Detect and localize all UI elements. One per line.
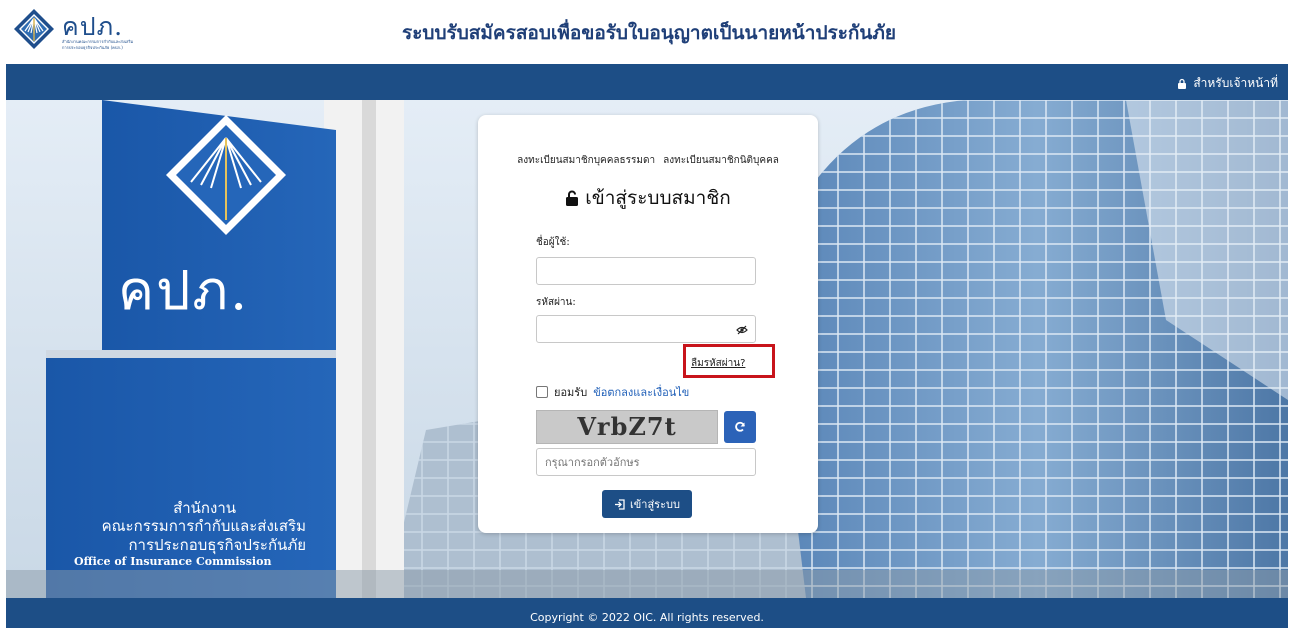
site-title: ระบบรับสมัครสอบเพื่อขอรับใบอนุญาตเป็นนาย…: [402, 22, 897, 44]
unlock-icon: [566, 190, 579, 206]
login-card: ลงทะเบียนสมาชิกบุคคลธรรมดา ลงทะเบียนสมาชิ…: [478, 115, 818, 533]
register-links: ลงทะเบียนสมาชิกบุคคลธรรมดา ลงทะเบียนสมาชิ…: [478, 153, 818, 168]
header: คปภ. สำนักงานคณะกรรมการกำกับและส่งเสริม …: [6, 0, 1288, 64]
password-label: รหัสผ่าน:: [536, 297, 576, 308]
login-title: เข้าสู่ระบบสมาชิก: [478, 183, 818, 213]
captcha-input[interactable]: [536, 448, 756, 476]
nav-bar: สำหรับเจ้าหน้าที่: [6, 64, 1288, 100]
login-title-text: เข้าสู่ระบบสมาชิก: [585, 187, 731, 209]
username-input[interactable]: [536, 257, 756, 285]
oic-logo-icon: [14, 9, 54, 49]
agree-label: ยอมรับ: [554, 386, 588, 399]
login-button-label: เข้าสู่ระบบ: [630, 498, 680, 511]
oic-logo[interactable]: คปภ. สำนักงานคณะกรรมการกำกับและส่งเสริม …: [12, 7, 182, 57]
staff-login-label: สำหรับเจ้าหน้าที่: [1193, 76, 1278, 90]
username-label: ชื่อผู้ใช้:: [536, 237, 570, 248]
register-individual-link[interactable]: ลงทะเบียนสมาชิกบุคคลธรรมดา: [517, 155, 655, 166]
staff-login-link[interactable]: สำหรับเจ้าหน้าที่: [1177, 74, 1278, 93]
refresh-icon: [735, 421, 745, 432]
terms-agreement: ยอมรับ ข้อตกลงและเงื่อนไข: [536, 383, 689, 401]
register-juristic-link[interactable]: ลงทะเบียนสมาชิกนิติบุคคล: [663, 155, 779, 166]
copyright-text: Copyright © 2022 OIC. All rights reserve…: [530, 611, 764, 624]
sign-big-text: คปภ.: [118, 259, 250, 322]
terms-link[interactable]: ข้อตกลงและเงื่อนไข: [593, 383, 689, 401]
logo-subtitle-2: การประกอบธุรกิจประกันภัย (คปภ.): [62, 45, 123, 50]
lock-icon: [1178, 78, 1187, 89]
eye-slash-icon[interactable]: [736, 325, 748, 335]
sign-line-4: Office of Insurance Commission: [74, 555, 272, 568]
captcha-image: VrbZ7t: [536, 410, 718, 444]
captcha-refresh-button[interactable]: [724, 411, 756, 443]
footer: Copyright © 2022 OIC. All rights reserve…: [6, 598, 1288, 628]
login-button[interactable]: เข้าสู่ระบบ: [602, 490, 692, 518]
forgot-password-link[interactable]: ลืมรหัสผ่าน?: [691, 356, 745, 371]
sign-in-icon: [615, 498, 625, 510]
sign-line-3: การประกอบธุรกิจประกันภัย: [128, 536, 306, 554]
page: คปภ. สำนักงานคณะกรรมการกำกับและส่งเสริม …: [6, 0, 1288, 628]
terms-checkbox[interactable]: [536, 386, 548, 398]
password-input[interactable]: [536, 315, 756, 343]
